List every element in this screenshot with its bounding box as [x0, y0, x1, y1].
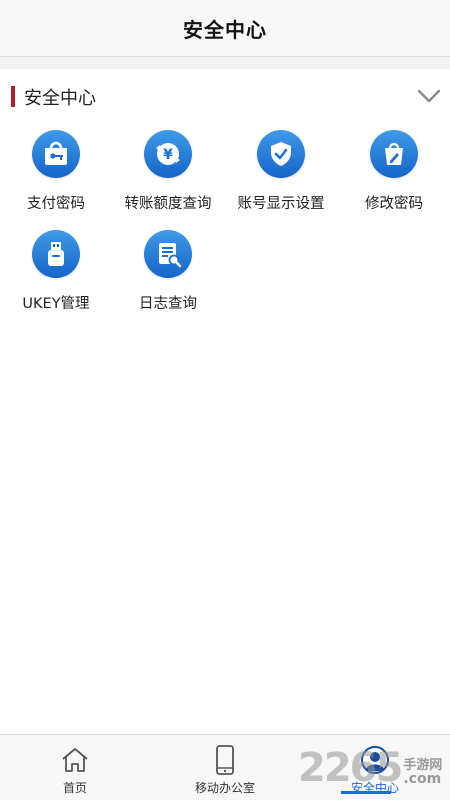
- log-search-icon: [144, 230, 192, 278]
- tab-home[interactable]: 首页: [0, 735, 150, 800]
- tab-mobile-office[interactable]: 移动办公室: [150, 735, 300, 800]
- transfer-limit-query-label: 转账额度查询: [124, 196, 212, 212]
- ukey-management-label: UKEY管理: [22, 296, 90, 312]
- watermark-line2: .com: [403, 770, 442, 787]
- change-password-label: 修改密码: [365, 196, 423, 212]
- log-query-item[interactable]: 日志查询: [112, 230, 224, 330]
- section-header[interactable]: 安全中心: [0, 80, 450, 114]
- tab-home-label: 首页: [62, 781, 87, 795]
- section-accent-bar: [11, 86, 15, 107]
- tab-mobile-office-label: 移动办公室: [194, 781, 255, 795]
- ukey-management-item[interactable]: UKEY管理: [0, 230, 112, 330]
- section-spacer: [0, 57, 450, 69]
- change-password-item[interactable]: 修改密码: [338, 130, 450, 230]
- pen-bag-icon: [370, 130, 418, 178]
- phone-icon: [210, 745, 240, 775]
- payment-password-item[interactable]: 支付密码: [0, 130, 112, 230]
- watermark-text: 手游网 .com: [403, 754, 442, 787]
- section-title: 安全中心: [24, 88, 96, 109]
- usb-key-icon: [32, 230, 80, 278]
- watermark-logo: 2265 手游网 .com: [298, 742, 448, 794]
- transfer-limit-query-item[interactable]: ¥ 转账额度查询: [112, 130, 224, 230]
- account-display-settings-item[interactable]: 账号显示设置: [225, 130, 337, 230]
- svg-text:¥: ¥: [163, 147, 173, 163]
- shield-check-icon: [257, 130, 305, 178]
- chevron-down-icon[interactable]: [416, 84, 442, 108]
- watermark-number: 2265: [298, 745, 403, 791]
- yen-transfer-icon: ¥: [144, 130, 192, 178]
- log-query-label: 日志查询: [139, 296, 197, 312]
- top-bar: 安全中心: [0, 0, 450, 57]
- payment-password-label: 支付密码: [27, 196, 85, 212]
- key-bag-icon: [32, 130, 80, 178]
- home-icon: [60, 745, 90, 775]
- page-title: 安全中心: [183, 17, 267, 42]
- account-display-settings-label: 账号显示设置: [237, 196, 325, 212]
